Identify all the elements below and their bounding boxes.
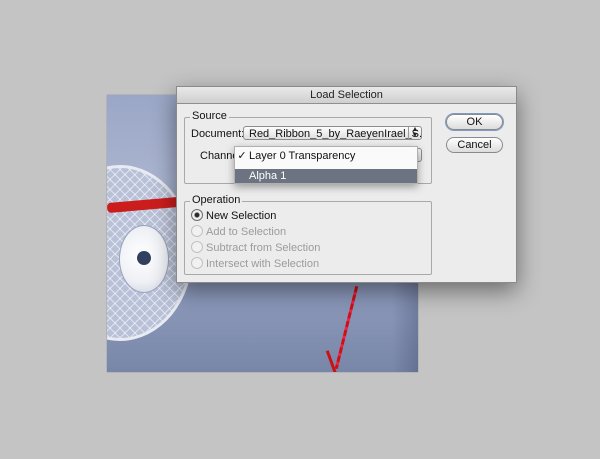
cancel-button[interactable]: Cancel <box>446 137 503 153</box>
channel-dropdown-menu: ✓ Layer 0 Transparency Alpha 1 <box>234 146 418 184</box>
photo-fan-hub <box>119 225 169 293</box>
load-selection-dialog: Load Selection Source Document: Red_Ribb… <box>176 86 517 283</box>
ok-button[interactable]: OK <box>446 114 503 130</box>
photo-fan-logo <box>137 251 151 265</box>
document-select-value: Red_Ribbon_5_by_RaeyenIrael_S... <box>249 128 422 140</box>
radio-intersect-with-selection[interactable]: Intersect with Selection <box>191 257 319 271</box>
operation-group-label: Operation <box>190 194 243 206</box>
radio-new-selection[interactable]: New Selection <box>191 209 276 223</box>
radio-icon <box>191 225 203 237</box>
menu-item-label: Layer 0 Transparency <box>249 150 356 162</box>
radio-subtract-from-selection[interactable]: Subtract from Selection <box>191 241 320 255</box>
document-label: Document: <box>191 128 245 140</box>
radio-label: Add to Selection <box>206 226 287 238</box>
dialog-title[interactable]: Load Selection <box>177 87 516 104</box>
source-group-label: Source <box>190 110 229 122</box>
document-select[interactable]: Red_Ribbon_5_by_RaeyenIrael_S... ▲ ▼ <box>243 126 422 140</box>
radio-add-to-selection[interactable]: Add to Selection <box>191 225 286 239</box>
menu-item-layer-0-transparency[interactable]: ✓ Layer 0 Transparency <box>235 149 417 163</box>
radio-label: New Selection <box>206 210 277 222</box>
radio-selected-icon <box>191 209 203 221</box>
menu-item-label: Alpha 1 <box>249 170 287 182</box>
radio-icon <box>191 257 203 269</box>
updown-arrows-icon: ▲▼ <box>408 127 421 139</box>
radio-label: Intersect with Selection <box>206 258 320 270</box>
radio-icon <box>191 241 203 253</box>
photo-red-string <box>334 285 359 370</box>
checkmark-icon: ✓ <box>237 150 247 162</box>
menu-item-alpha-1[interactable]: Alpha 1 <box>235 169 417 183</box>
radio-label: Subtract from Selection <box>206 242 321 254</box>
